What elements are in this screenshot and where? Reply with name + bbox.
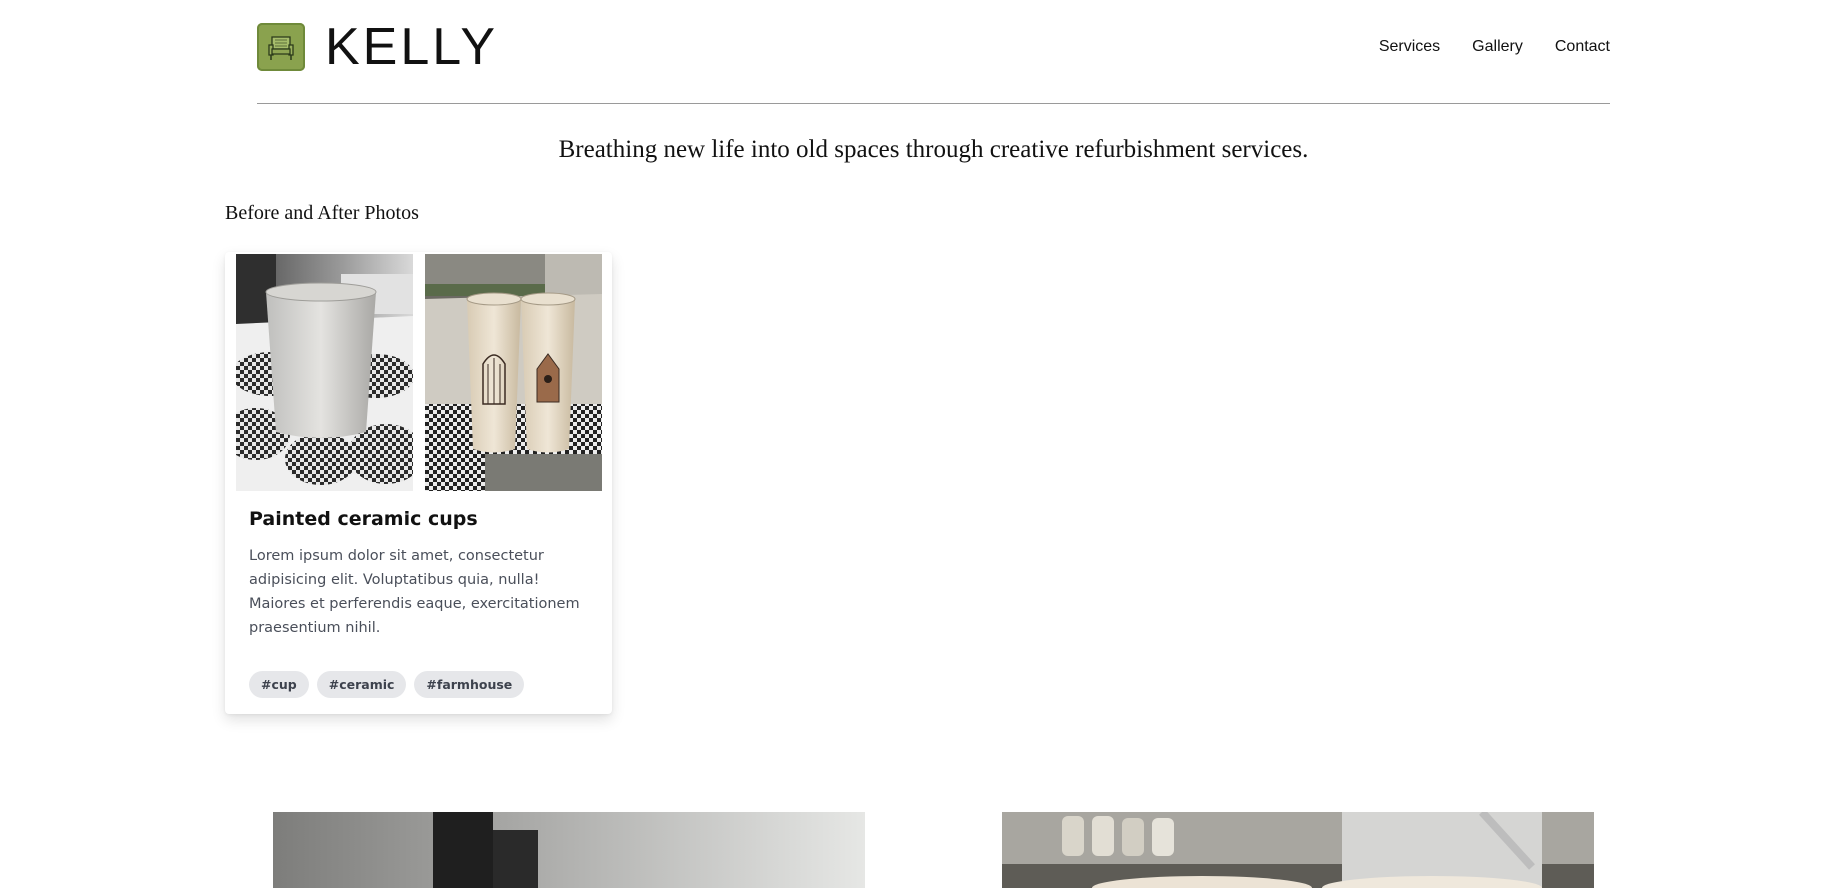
armchair-icon [268,36,294,60]
logo[interactable] [257,23,305,71]
card-title: Painted ceramic cups [249,508,478,530]
after-photo[interactable] [425,254,602,491]
section-title: Before and After Photos [225,202,419,224]
header-divider [257,103,1610,104]
tag-list: #cup #ceramic #farmhouse [249,671,525,698]
project-card[interactable]: Painted ceramic cups Lorem ipsum dolor s… [225,252,612,714]
nav-link-services[interactable]: Services [1379,38,1440,56]
main-nav: Services Gallery Contact [1379,38,1610,56]
tag-cup[interactable]: #cup [249,671,309,698]
before-photo[interactable] [236,254,413,491]
card-description: Lorem ipsum dolor sit amet, consectetur … [249,548,580,636]
gallery-image-right[interactable] [1002,812,1594,888]
page: KELLY Services Gallery Contact Breathing… [0,0,1831,888]
gallery-image-left[interactable] [273,812,865,888]
tag-ceramic[interactable]: #ceramic [316,671,407,698]
tag-farmhouse[interactable]: #farmhouse [414,671,525,698]
nav-link-gallery[interactable]: Gallery [1472,38,1523,56]
nav-link-contact[interactable]: Contact [1555,38,1610,56]
tagline: Breathing new life into old spaces throu… [558,136,1309,163]
brand-name[interactable]: KELLY [325,17,498,77]
